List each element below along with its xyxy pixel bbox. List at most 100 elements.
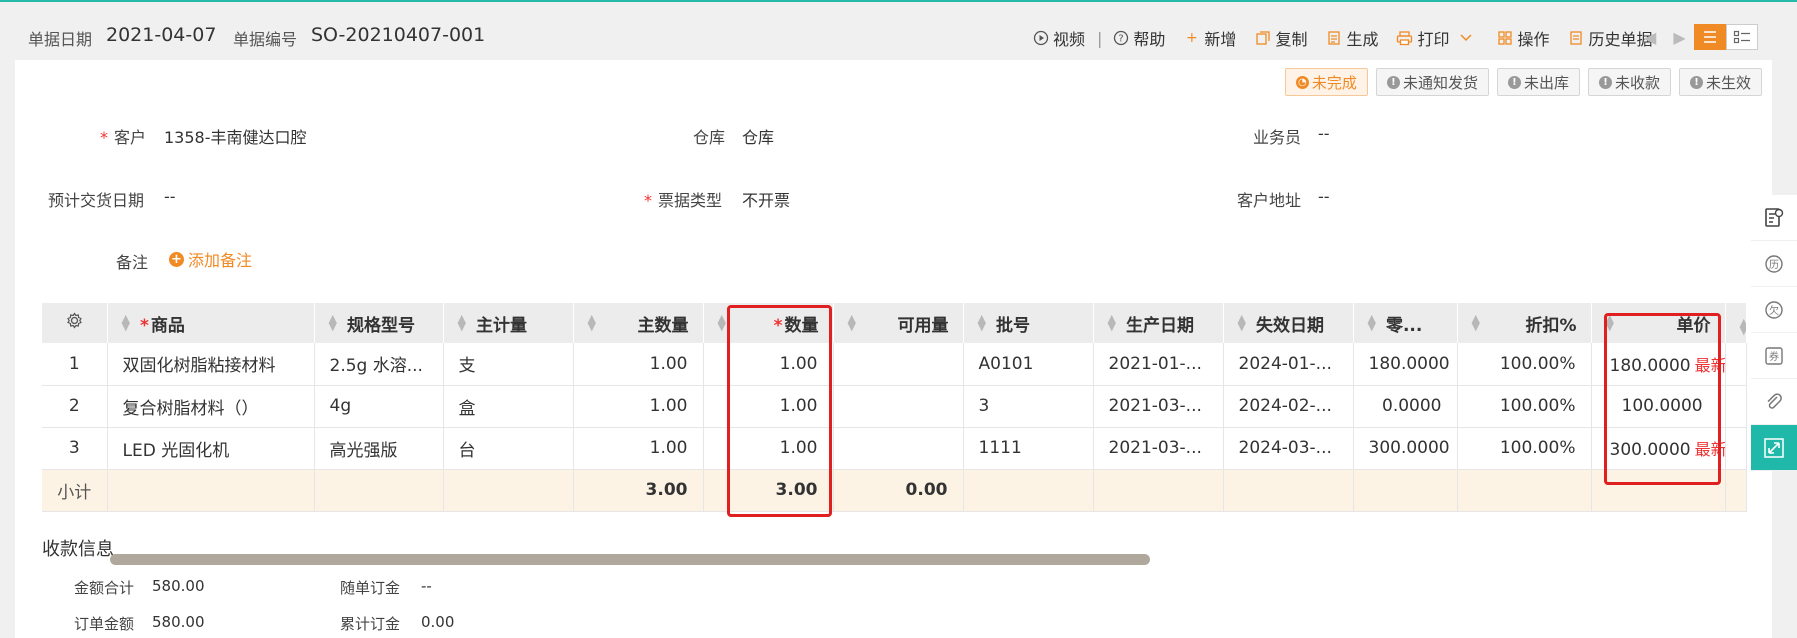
horizontal-scrollbar[interactable] [110, 554, 1150, 565]
sort-icon[interactable]: ▲ ▼ [458, 313, 466, 332]
paperclip-icon [1767, 392, 1782, 409]
coupon-icon: 券 [1765, 346, 1783, 365]
product-table: ▲ ▼ * 商品 ▲ ▼ 规格型号 ▲ ▼ 主计量 ▲ ▼ 主数量 ▲ ▼ * 数量 ▲ ▼ 可用量 ▲ ▼ 批… [42, 303, 1747, 512]
column-overflow: ▲▼ [1725, 303, 1747, 343]
video-button[interactable]: 视频 [1032, 26, 1085, 50]
sort-icon[interactable]: ▲ ▼ [1238, 313, 1246, 332]
note-label: 备注 [116, 253, 149, 272]
chevron-down-icon[interactable] [1457, 30, 1474, 47]
sort-icon[interactable]: ▲ ▼ [1472, 313, 1480, 332]
column-discount[interactable]: ▲ ▼ 折扣% [1457, 303, 1592, 343]
sort-icon[interactable]: ▲ ▼ [978, 313, 986, 332]
column-product[interactable]: ▲ ▼ * 商品 [107, 303, 315, 343]
document-clock-icon [1765, 207, 1784, 227]
column-prod-date[interactable]: ▲ ▼ 生产日期 [1093, 303, 1224, 343]
salesman-value[interactable]: -- [1318, 124, 1330, 143]
history-button[interactable]: 历史单据 [1568, 26, 1653, 50]
add-note-button[interactable]: + 添加备注 [169, 247, 252, 271]
customer-value[interactable]: 1358-丰南健达口腔 [164, 124, 307, 148]
document-icon [1325, 30, 1342, 47]
column-main-qty[interactable]: ▲ ▼ 主数量 [573, 303, 704, 343]
rail-document-button[interactable] [1751, 195, 1797, 241]
order-amount-value: 580.00 [152, 613, 205, 631]
sort-icon[interactable]: ▲ ▼ [1368, 313, 1376, 332]
status-tag-not-notified: ! 未通知发货 [1375, 68, 1489, 96]
order-amount-label: 订单金额 [74, 615, 135, 633]
generate-button[interactable]: 生成 [1325, 26, 1378, 50]
highlight-price-column [1604, 313, 1721, 485]
sort-icon: ▲▼ [1740, 317, 1746, 336]
expand-icon [1764, 437, 1784, 458]
deposit-label: 随单订金 [340, 579, 401, 597]
rail-history-button[interactable]: 历 [1751, 241, 1797, 287]
warehouse-value[interactable]: 仓库 [742, 124, 774, 148]
sort-icon[interactable]: ▲ ▼ [588, 313, 596, 332]
svg-text:券: 券 [1769, 350, 1779, 363]
view-switch [1694, 24, 1758, 50]
invoice-type-label: * 票据类型 [644, 191, 723, 210]
table-header-row: ▲ ▼ * 商品 ▲ ▼ 规格型号 ▲ ▼ 主计量 ▲ ▼ 主数量 ▲ ▼ * 数量 ▲ ▼ 可用量 ▲ ▼ 批… [42, 303, 1747, 343]
column-available[interactable]: ▲ ▼ 可用量 [833, 303, 964, 343]
add-button[interactable]: + 新增 [1183, 26, 1236, 50]
cumulative-deposit-label: 累计订金 [340, 615, 401, 633]
column-spec[interactable]: ▲ ▼ 规格型号 [314, 303, 444, 343]
svg-text:历: 历 [1769, 259, 1779, 271]
total-amount-value: 580.00 [152, 577, 205, 595]
status-tag-incomplete: ◔ 未完成 [1284, 68, 1368, 96]
table-row[interactable]: 3 LED 光固化机 高光强版 台 1.00 1.00 1111 2021-03… [42, 427, 1747, 470]
next-record-icon[interactable]: ▶ [1673, 28, 1685, 47]
svg-text:?: ? [1118, 33, 1123, 44]
plus-icon: + [1186, 29, 1198, 46]
column-unit[interactable]: ▲ ▼ 主计量 [443, 303, 574, 343]
list-view-button[interactable] [1694, 24, 1726, 50]
history-icon: 历 [1765, 254, 1783, 273]
alert-icon: ! [1386, 75, 1400, 89]
table-row[interactable]: 1 双固化树脂粘接材料 2.5g 水溶... 支 1.00 1.00 A0101… [42, 343, 1747, 386]
status-tag-not-shipped: ! 未出库 [1496, 68, 1580, 96]
detail-list-icon [1733, 30, 1750, 44]
sort-icon[interactable]: ▲ ▼ [848, 313, 856, 332]
address-value[interactable]: -- [1318, 187, 1330, 206]
column-retail[interactable]: ▲ ▼ 零... [1353, 303, 1458, 343]
invoice-type-value[interactable]: 不开票 [742, 187, 790, 211]
deposit-value: -- [421, 577, 432, 595]
delivery-date-label: 预计交货日期 [48, 191, 145, 210]
toolbar: 视频 | ? 帮助 + 新增 复制 生成 打印 操作 历史单据 [1032, 26, 1671, 50]
delivery-date-value[interactable]: -- [164, 187, 176, 206]
date-label: 单据日期 [28, 30, 93, 49]
sort-icon[interactable]: ▲ ▼ [122, 313, 130, 332]
copy-button[interactable]: 复制 [1254, 26, 1307, 50]
help-button[interactable]: ? 帮助 [1112, 26, 1165, 50]
number-label: 单据编号 [233, 30, 298, 49]
sort-icon[interactable]: ▲ ▼ [718, 313, 726, 332]
number-value: SO-20210407-001 [311, 24, 486, 46]
prev-record-icon[interactable]: ◀ [1644, 28, 1656, 47]
detail-view-button[interactable] [1726, 24, 1758, 50]
customer-label: * 客户 [100, 128, 147, 147]
document-header: 单据日期 2021-04-07 单据编号 SO-20210407-001 视频 … [0, 2, 1797, 62]
payment-section-title: 收款信息 [42, 539, 114, 560]
play-circle-icon [1032, 30, 1049, 47]
highlight-qty-column [727, 305, 832, 517]
plus-circle-icon: + [169, 251, 184, 267]
column-batch[interactable]: ▲ ▼ 批号 [963, 303, 1094, 343]
clock-icon: ◔ [1295, 75, 1309, 89]
rail-owed-button[interactable]: 欠 [1751, 287, 1797, 333]
record-navigation: ◀ ▶ [1644, 28, 1686, 47]
warehouse-label: 仓库 [693, 128, 726, 147]
grid-icon [1496, 30, 1513, 47]
operate-button[interactable]: 操作 [1496, 26, 1550, 50]
print-button[interactable]: 打印 [1396, 26, 1478, 50]
rail-attachment-button[interactable] [1751, 379, 1797, 425]
table-row[interactable]: 2 复合树脂材料（） 4g 盒 1.00 1.00 3 2021-03-... … [42, 385, 1747, 428]
status-tags: ◔ 未完成 ! 未通知发货 ! 未出库 ! 未收款 ! 未生效 [1284, 68, 1762, 96]
copy-icon [1254, 30, 1271, 47]
rail-expand-button[interactable] [1751, 425, 1797, 471]
help-circle-icon: ? [1112, 30, 1129, 47]
column-settings[interactable] [42, 303, 108, 343]
right-side-rail: 历 欠 券 [1751, 195, 1797, 471]
sort-icon[interactable]: ▲ ▼ [1108, 313, 1116, 332]
column-exp-date[interactable]: ▲ ▼ 失效日期 [1223, 303, 1354, 343]
sort-icon[interactable]: ▲ ▼ [329, 313, 337, 332]
rail-coupon-button[interactable]: 券 [1751, 333, 1797, 379]
